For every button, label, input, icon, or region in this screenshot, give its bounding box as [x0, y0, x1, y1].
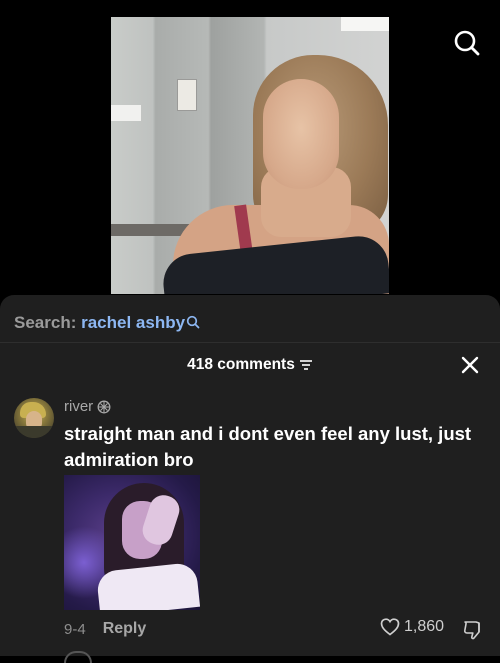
- comment-author[interactable]: river: [64, 398, 111, 415]
- divider: [0, 342, 500, 343]
- reply-button[interactable]: Reply: [103, 620, 147, 638]
- video-scene-light: [111, 105, 141, 121]
- comments-panel: Search: rachel ashby 418 comments river: [0, 295, 500, 663]
- search-suggestion[interactable]: Search: rachel ashby: [14, 313, 200, 333]
- comment-meta: 9-4 Reply: [64, 620, 146, 638]
- dislike-button[interactable]: [462, 619, 484, 641]
- comments-header: 418 comments: [0, 356, 500, 374]
- username[interactable]: river: [64, 398, 93, 415]
- video-player[interactable]: [0, 0, 500, 300]
- search-term[interactable]: rachel ashby: [81, 313, 185, 332]
- search-term-icon: [186, 315, 200, 329]
- flower-badge-icon: [97, 400, 111, 413]
- search-button[interactable]: [452, 28, 482, 58]
- avatar-coat: [16, 426, 52, 438]
- search-icon: [454, 30, 480, 56]
- like-button[interactable]: 1,860: [380, 618, 444, 636]
- sort-icon[interactable]: [299, 359, 313, 371]
- video-scene-wall-box: [177, 79, 197, 111]
- like-count: 1,860: [404, 618, 445, 635]
- video-frame[interactable]: [111, 17, 389, 294]
- heart-icon: [380, 618, 400, 636]
- thumbs-down-icon: [463, 621, 480, 640]
- comment-image[interactable]: [64, 475, 200, 610]
- close-button[interactable]: [458, 353, 482, 377]
- next-comment-avatar-edge: [64, 651, 92, 663]
- comment-text: straight man and i dont even feel any lu…: [64, 423, 472, 470]
- comments-count: 418 comments: [187, 356, 295, 373]
- close-icon: [461, 356, 479, 374]
- comment-date: 9-4: [64, 620, 86, 638]
- avatar[interactable]: [14, 398, 54, 438]
- search-label: Search:: [14, 313, 77, 332]
- video-person-face: [263, 79, 339, 189]
- video-scene-light: [341, 17, 389, 31]
